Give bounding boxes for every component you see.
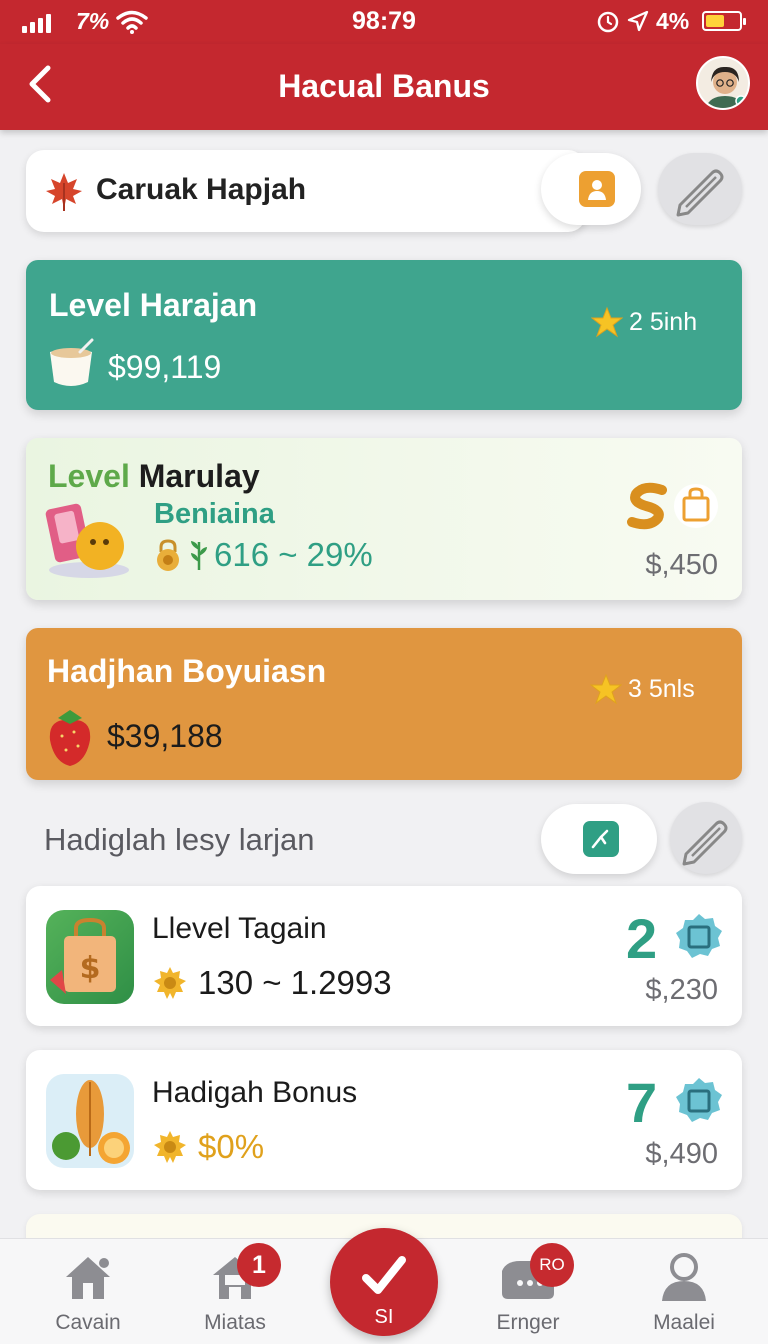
tab-label: Maalei bbox=[653, 1311, 715, 1334]
chart-icon bbox=[583, 821, 619, 857]
badge-icon bbox=[676, 914, 722, 958]
gear-coin-icon bbox=[154, 967, 186, 999]
item-value: $0% bbox=[198, 1128, 265, 1165]
item-number: 7 bbox=[626, 1071, 658, 1134]
gear-coin-icon bbox=[154, 1131, 186, 1163]
item-meta: $0% bbox=[152, 1128, 264, 1166]
card-range: 616 ~ 29% bbox=[152, 536, 373, 574]
card-amount: $39,188 bbox=[107, 718, 223, 754]
item-value: 130 ~ 1.2993 bbox=[198, 964, 392, 1001]
card-title: Hadjhan Boyuiasn bbox=[47, 653, 327, 689]
card-title: Level Harajan bbox=[49, 287, 258, 323]
notification-badge: RO bbox=[530, 1243, 574, 1287]
cup-icon bbox=[50, 338, 94, 386]
search-field[interactable]: Caruak Hapjah bbox=[26, 150, 586, 232]
tab-profile[interactable]: Maalei bbox=[624, 1249, 744, 1335]
app-bar: Hacual Banus bbox=[0, 44, 768, 130]
pencil-icon bbox=[682, 820, 728, 866]
location-icon bbox=[627, 10, 649, 32]
item-name: Llevel Tagain bbox=[152, 912, 327, 945]
card-rating: 2 5inh bbox=[591, 306, 697, 338]
fruit-book-icon bbox=[45, 503, 129, 578]
user-avatar[interactable] bbox=[696, 56, 750, 110]
star-icon bbox=[590, 673, 622, 705]
card-title-main: Marulay bbox=[138, 458, 260, 494]
rating-text: 2 5inh bbox=[629, 307, 698, 336]
card-price: $,450 bbox=[645, 549, 718, 581]
bonus-card-marulay[interactable]: Level Marulay Beniaina 616 ~ 29% $,450 bbox=[26, 438, 742, 600]
clock: 98:79 bbox=[352, 7, 416, 35]
shopping-bag-icon bbox=[674, 484, 718, 528]
card-title: Level Marulay bbox=[48, 458, 260, 495]
section-title: Hadiglah lesy larjan bbox=[44, 822, 315, 857]
tab-label: SI bbox=[374, 1306, 394, 1328]
edit-button[interactable] bbox=[658, 153, 742, 225]
lock-coin-icon bbox=[157, 539, 179, 571]
card-subtitle: Beniaina bbox=[154, 498, 275, 530]
tab-check-fab[interactable]: SI bbox=[330, 1228, 438, 1336]
dollar-icon bbox=[627, 482, 667, 530]
card-rating: 3 5nls bbox=[590, 673, 695, 705]
section-edit-button[interactable] bbox=[670, 802, 742, 874]
status-bar: 7% 98:79 4% bbox=[0, 0, 768, 44]
item-number: 2 bbox=[626, 907, 658, 970]
tab-chat[interactable]: RO Ernger bbox=[468, 1243, 588, 1335]
tab-home[interactable]: Cavain bbox=[28, 1249, 148, 1335]
item-price: $,230 bbox=[645, 974, 718, 1006]
maple-leaf-icon bbox=[46, 173, 82, 211]
item-name: Hadigah Bonus bbox=[152, 1076, 358, 1109]
list-item[interactable]: $ Llevel Tagain 130 ~ 1.2993 2 $,230 bbox=[26, 886, 742, 1026]
profile-icon bbox=[662, 1253, 706, 1301]
tab-label: Miatas bbox=[204, 1311, 266, 1334]
profile-button[interactable] bbox=[541, 153, 641, 225]
leaf-icon bbox=[191, 541, 207, 570]
strawberry-icon bbox=[49, 710, 91, 766]
item-meta: 130 ~ 1.2993 bbox=[152, 964, 392, 1002]
card-amount: $99,119 bbox=[108, 349, 222, 385]
battery-level bbox=[706, 15, 724, 27]
tab-store[interactable]: 1 Miatas bbox=[175, 1243, 295, 1335]
svg-text:$: $ bbox=[80, 951, 101, 986]
bonus-card-boyuiasn[interactable]: Hadjhan Boyuiasn $39,188 3 5nls bbox=[26, 628, 742, 780]
search-label: Caruak Hapjah bbox=[96, 173, 307, 206]
profile-icon bbox=[579, 171, 615, 207]
battery-icon bbox=[702, 11, 746, 31]
shopping-bag-icon: $ bbox=[46, 910, 134, 1004]
tab-label: Cavain bbox=[55, 1311, 121, 1334]
item-price: $,490 bbox=[645, 1138, 718, 1170]
pencil-icon bbox=[676, 169, 724, 217]
notification-badge: 1 bbox=[237, 1243, 281, 1287]
check-icon bbox=[362, 1256, 406, 1294]
chart-button[interactable] bbox=[541, 804, 657, 874]
battery-percent: 4% bbox=[656, 8, 690, 34]
star-icon bbox=[591, 306, 623, 338]
bonus-card-harajan[interactable]: Level Harajan $99,119 2 5inh bbox=[26, 260, 742, 410]
tab-label: Ernger bbox=[496, 1311, 560, 1334]
range-text: 616 ~ 29% bbox=[214, 536, 373, 573]
card-title-prefix: Level bbox=[48, 458, 130, 494]
alarm-icon bbox=[597, 11, 619, 33]
page-title: Hacual Banus bbox=[278, 68, 490, 104]
fruits-icon bbox=[46, 1074, 134, 1168]
rating-text: 3 5nls bbox=[628, 674, 695, 703]
list-item[interactable]: Hadigah Bonus $0% 7 $,490 bbox=[26, 1050, 742, 1190]
home-icon bbox=[66, 1257, 110, 1299]
badge-icon bbox=[676, 1078, 722, 1122]
